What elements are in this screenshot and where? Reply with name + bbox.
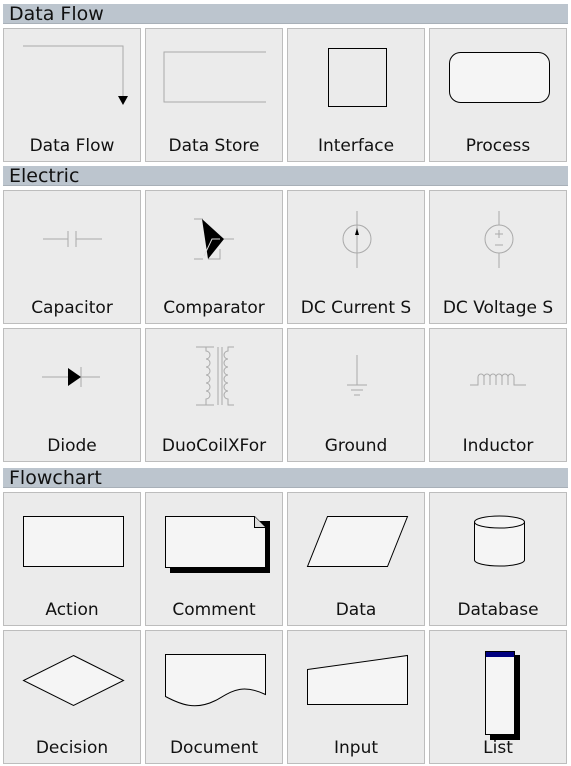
dc-current-source-icon <box>342 211 372 268</box>
shape-label: Interface <box>317 136 395 156</box>
document-icon <box>165 654 266 707</box>
database-cylinder-icon <box>474 515 525 567</box>
shape-interface[interactable]: Interface <box>287 28 425 162</box>
diode-icon <box>42 367 100 387</box>
shape-label: Inductor <box>462 436 534 456</box>
process-rounded-rect-icon <box>449 52 550 103</box>
section-header-electric[interactable]: Electric <box>3 166 568 186</box>
data-parallelogram-icon <box>306 516 409 567</box>
shape-label: List <box>483 738 513 758</box>
shape-action[interactable]: Action <box>3 492 141 626</box>
shape-dc-current-source[interactable]: DC Current S <box>287 190 425 324</box>
shape-process[interactable]: Process <box>429 28 567 162</box>
shape-database[interactable]: Database <box>429 492 567 626</box>
shape-label: Process <box>465 136 531 156</box>
dc-voltage-source-icon <box>484 211 514 268</box>
shape-data-store[interactable]: Data Store <box>145 28 283 162</box>
ground-icon <box>347 355 367 396</box>
inductor-icon <box>470 373 526 386</box>
shape-diode[interactable]: Diode <box>3 328 141 462</box>
transformer-icon <box>196 346 234 406</box>
shape-decision[interactable]: Decision <box>3 630 141 764</box>
shape-label: Comment <box>172 600 256 620</box>
shape-label: Decision <box>35 738 109 758</box>
shape-document[interactable]: Document <box>145 630 283 764</box>
shape-label: Ground <box>324 436 388 456</box>
interface-square-icon <box>328 48 387 107</box>
shape-label: Data Flow <box>29 136 115 156</box>
shape-label: DC Voltage S <box>442 298 554 318</box>
shape-inductor[interactable]: Inductor <box>429 328 567 462</box>
shape-label: Action <box>45 600 99 620</box>
shape-data[interactable]: Data <box>287 492 425 626</box>
data-store-icon <box>163 51 266 103</box>
shape-ground[interactable]: Ground <box>287 328 425 462</box>
comparator-icon <box>194 218 234 260</box>
capacitor-icon <box>43 231 102 247</box>
shape-label: Comparator <box>163 298 265 318</box>
shape-label: Data <box>335 600 377 620</box>
data-flow-arrow-icon <box>23 45 128 105</box>
shape-label: Diode <box>47 436 97 456</box>
input-icon <box>307 654 408 705</box>
shape-label: Database <box>457 600 539 620</box>
shape-input[interactable]: Input <box>287 630 425 764</box>
action-rect-icon <box>23 516 124 567</box>
shape-label: Input <box>333 738 379 758</box>
shape-label: DuoCoilXFor <box>161 436 267 456</box>
shape-duocoil-transformer[interactable]: DuoCoilXFor <box>145 328 283 462</box>
shape-capacitor[interactable]: Capacitor <box>3 190 141 324</box>
list-icon <box>485 651 520 740</box>
shape-dc-voltage-source[interactable]: DC Voltage S <box>429 190 567 324</box>
shape-label: Data Store <box>168 136 260 156</box>
shape-label: Capacitor <box>31 298 113 318</box>
shape-label: Document <box>169 738 259 758</box>
section-header-data-flow[interactable]: Data Flow <box>3 4 568 24</box>
shape-comment[interactable]: Comment <box>145 492 283 626</box>
shape-list[interactable]: List <box>429 630 567 764</box>
section-header-flowchart[interactable]: Flowchart <box>3 468 568 488</box>
comment-icon <box>165 516 270 573</box>
shape-label: DC Current S <box>300 298 412 318</box>
shape-data-flow[interactable]: Data Flow <box>3 28 141 162</box>
decision-diamond-icon <box>22 654 125 707</box>
shape-comparator[interactable]: Comparator <box>145 190 283 324</box>
